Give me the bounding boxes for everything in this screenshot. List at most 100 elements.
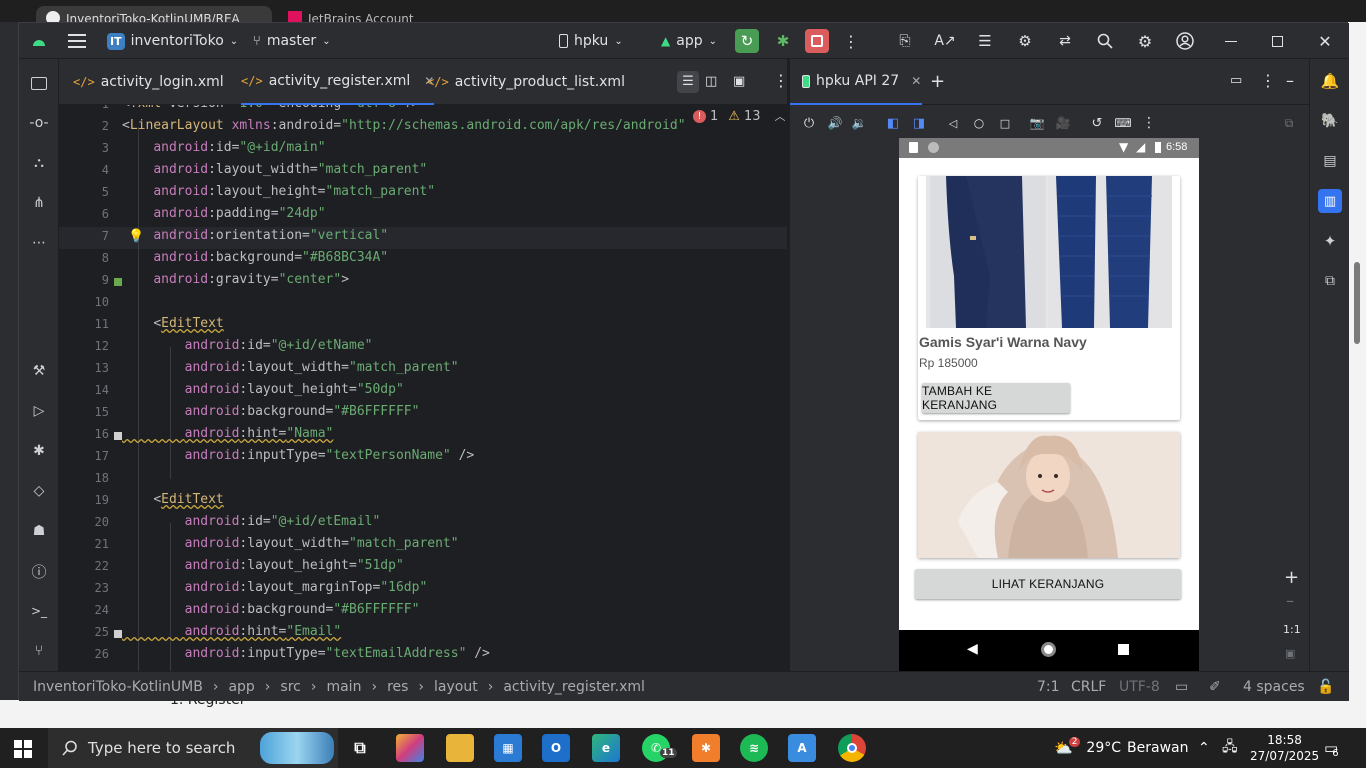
- store-app[interactable]: ▦: [494, 734, 522, 762]
- view-cart-button[interactable]: LIHAT KERANJANG: [915, 569, 1181, 599]
- overview-button[interactable]: □: [996, 114, 1014, 132]
- problems-tool-button[interactable]: ⓘ: [27, 559, 51, 583]
- browser-scrollbar[interactable]: [1348, 22, 1366, 728]
- taskbar-search[interactable]: Type here to search: [48, 728, 338, 768]
- more-vertical-icon[interactable]: ⋮: [1260, 71, 1276, 90]
- resource-manager-button[interactable]: ⛬: [27, 151, 51, 175]
- chevron-up-icon[interactable]: ︿: [774, 108, 785, 124]
- branch-selector[interactable]: ⑂ master ⌄: [253, 29, 331, 53]
- zoom-out-icon[interactable]: –: [1286, 591, 1294, 610]
- clock[interactable]: 18:58 27/07/2025: [1250, 728, 1319, 768]
- maximize-button[interactable]: [1265, 29, 1289, 53]
- close-button[interactable]: ✕: [1313, 29, 1337, 53]
- structure-tool-button[interactable]: ⋔: [27, 191, 51, 215]
- start-button[interactable]: [14, 740, 32, 758]
- snapshot-button[interactable]: ↺: [1088, 114, 1106, 132]
- add-device-icon[interactable]: +: [930, 71, 945, 92]
- more-vertical-icon[interactable]: ⋮: [773, 71, 789, 90]
- zoom-actual-size[interactable]: 1:1: [1283, 623, 1301, 636]
- notifications-button[interactable]: 🔔: [1318, 69, 1342, 93]
- search-button[interactable]: [1093, 29, 1117, 53]
- add-to-cart-button[interactable]: TAMBAH KE KERANJANG: [922, 383, 1070, 413]
- debug-tool-button[interactable]: ✱: [27, 439, 51, 463]
- breadcrumb-item[interactable]: activity_register.xml: [503, 679, 645, 695]
- inspection-widget[interactable]: ! 1 ⚠ 13 ︿ ﹀: [693, 107, 787, 125]
- code-view-icon[interactable]: ☰: [677, 71, 699, 93]
- layout-icon[interactable]: ▭: [1230, 73, 1242, 88]
- whatsapp-app[interactable]: ✆ 11: [642, 734, 677, 762]
- file-encoding[interactable]: UTF-8: [1119, 679, 1160, 695]
- run-tool-button[interactable]: ▷: [27, 399, 51, 423]
- translate-button[interactable]: A↗: [933, 29, 957, 53]
- git-tool-button[interactable]: ⑂: [27, 639, 51, 663]
- device-mirror-button[interactable]: ⧉: [1318, 269, 1342, 293]
- task-view-button[interactable]: ⧉: [346, 734, 374, 762]
- build-tool-button[interactable]: ⚒: [27, 359, 51, 383]
- xampp-app[interactable]: ✱: [692, 734, 720, 762]
- chrome-app[interactable]: [838, 734, 866, 762]
- device-selector[interactable]: hpku ⌄: [559, 29, 623, 53]
- more-button[interactable]: ⋮: [1140, 114, 1158, 132]
- gemini-button[interactable]: ✦: [1318, 229, 1342, 253]
- debug-button[interactable]: ✱: [771, 29, 795, 53]
- rotate-left-button[interactable]: ◧: [884, 114, 902, 132]
- rerun-button[interactable]: ↻: [735, 29, 759, 53]
- stop-button[interactable]: [805, 29, 829, 53]
- account-button[interactable]: [1173, 29, 1197, 53]
- breadcrumb-item[interactable]: InventoriToko-KotlinUMB: [33, 679, 203, 695]
- split-view-icon[interactable]: ◫: [705, 71, 717, 93]
- settings-button[interactable]: ⚙: [1133, 29, 1157, 53]
- run-config-selector[interactable]: ▲ app ⌄: [661, 29, 717, 53]
- more-actions-button[interactable]: ⋮: [839, 29, 863, 53]
- extended-controls-button[interactable]: ⌨: [1114, 114, 1132, 132]
- running-devices-button[interactable]: ▥: [1318, 189, 1342, 213]
- more-tools-button[interactable]: ⋯: [27, 231, 51, 255]
- zoom-in-icon[interactable]: +: [1284, 567, 1299, 588]
- breadcrumb-item[interactable]: layout: [434, 679, 478, 695]
- android-studio-app[interactable]: A: [788, 734, 816, 762]
- copilot-app[interactable]: [396, 734, 424, 762]
- rotate-right-button[interactable]: ◨: [910, 114, 928, 132]
- network-button[interactable]: 🖧: [1222, 728, 1238, 768]
- terminal-tool-button[interactable]: >_: [27, 599, 51, 623]
- zoom-fit-icon[interactable]: ▣: [1285, 647, 1295, 660]
- breadcrumb-item[interactable]: app: [228, 679, 254, 695]
- app-quality-button[interactable]: ◇: [27, 479, 51, 503]
- power-button[interactable]: ⏻: [800, 114, 818, 132]
- tab-activity-product-list[interactable]: </> activity_product_list.xml: [427, 59, 625, 105]
- screen-record-button[interactable]: 🎥: [1054, 114, 1072, 132]
- project-selector[interactable]: IT inventoriToko ⌄: [107, 29, 238, 53]
- tab-activity-login[interactable]: </> activity_login.xml: [73, 59, 224, 105]
- device-screen[interactable]: ▼ ◢ 6:58 Gamis Syar'i Warna Navy Rp 1850…: [899, 138, 1199, 671]
- nav-recents-icon[interactable]: [1118, 644, 1129, 655]
- minimize-panel-icon[interactable]: –: [1286, 71, 1294, 90]
- breadcrumb-item[interactable]: res: [387, 679, 408, 695]
- project-tool-button[interactable]: [27, 71, 51, 95]
- design-view-icon[interactable]: ▣: [733, 71, 745, 93]
- volume-down-button[interactable]: 🔉: [850, 114, 868, 132]
- nav-home-icon[interactable]: [1041, 642, 1056, 657]
- screenshot-button[interactable]: 📷: [1028, 114, 1046, 132]
- caret-position[interactable]: 7:1: [1037, 679, 1060, 695]
- lightbulb-icon[interactable]: 💡: [128, 229, 144, 244]
- device-manager-button[interactable]: ⎘: [893, 29, 917, 53]
- spotify-app[interactable]: ≋: [740, 734, 768, 762]
- logcat-tool-button[interactable]: ☗: [27, 519, 51, 543]
- back-button[interactable]: ◁: [944, 114, 962, 132]
- weather-widget[interactable]: ⛅ 2 29°C Berawan: [1054, 728, 1188, 768]
- indent-settings[interactable]: 4 spaces: [1243, 679, 1305, 695]
- memory-indicator-icon[interactable]: ✐: [1209, 679, 1221, 695]
- line-separator[interactable]: CRLF: [1071, 679, 1106, 695]
- code-editor[interactable]: 1234567891011121314151617181920212223242…: [59, 105, 787, 671]
- outlook-app[interactable]: O: [542, 734, 570, 762]
- nav-back-icon[interactable]: ◀: [967, 641, 978, 657]
- scroll-thumb[interactable]: [1354, 262, 1360, 344]
- notification-center-button[interactable]: ▭ 6: [1324, 728, 1339, 768]
- edge-app[interactable]: e: [592, 734, 620, 762]
- layout-inspector-button[interactable]: ⇄: [1053, 29, 1077, 53]
- file-explorer-app[interactable]: [446, 734, 474, 762]
- commit-tool-button[interactable]: -o-: [27, 111, 51, 135]
- device-explorer-button[interactable]: ▤: [1318, 149, 1342, 173]
- volume-up-button[interactable]: 🔊: [826, 114, 844, 132]
- product-card[interactable]: [918, 432, 1180, 558]
